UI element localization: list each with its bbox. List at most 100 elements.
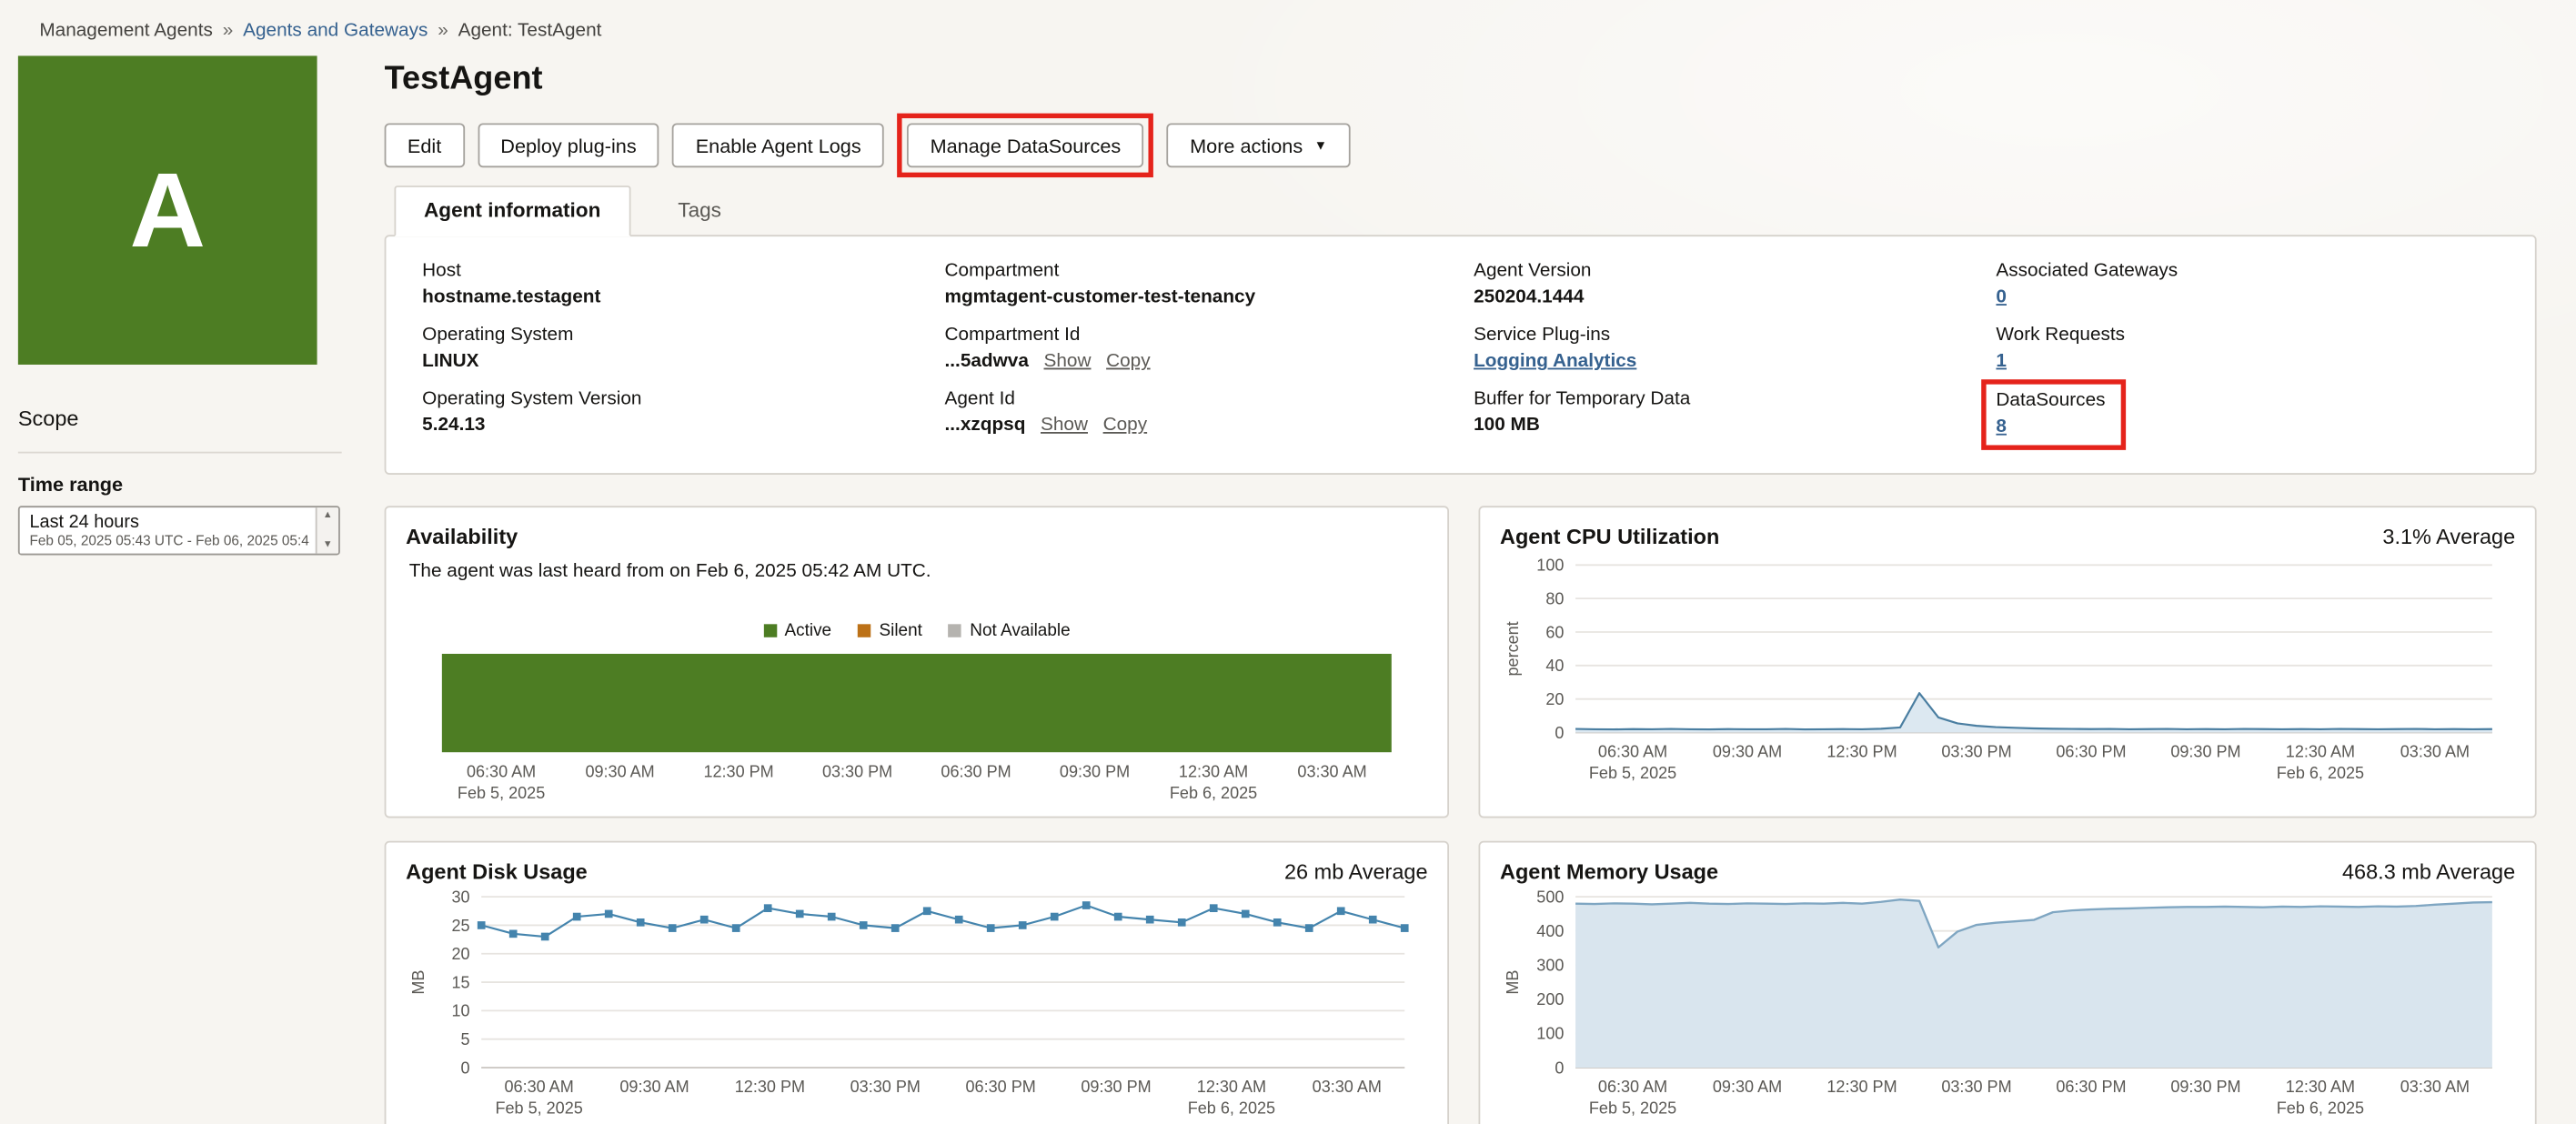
legend-silent-swatch bbox=[857, 624, 871, 637]
svg-text:500: 500 bbox=[1536, 888, 1564, 906]
svg-text:12:30 AM: 12:30 AM bbox=[1197, 1078, 1266, 1096]
svg-text:06:30 AM: 06:30 AM bbox=[1598, 1078, 1667, 1096]
tab-tags[interactable]: Tags bbox=[650, 187, 750, 235]
svg-text:Feb 5, 2025: Feb 5, 2025 bbox=[458, 784, 545, 802]
svg-text:12:30 PM: 12:30 PM bbox=[1826, 743, 1897, 761]
breadcrumb-item-management-agents[interactable]: Management Agents bbox=[39, 21, 213, 41]
svg-text:09:30 AM: 09:30 AM bbox=[585, 762, 654, 780]
main-content: TestAgent Edit Deploy plug-ins Enable Ag… bbox=[384, 55, 2537, 1124]
svg-text:Feb 5, 2025: Feb 5, 2025 bbox=[1589, 1099, 1676, 1118]
legend-active-swatch bbox=[762, 624, 777, 637]
svg-text:03:30 PM: 03:30 PM bbox=[822, 762, 892, 780]
field-label: Work Requests bbox=[1996, 325, 2126, 346]
enable-agent-logs-button[interactable]: Enable Agent Logs bbox=[672, 123, 885, 168]
deploy-plugins-button[interactable]: Deploy plug-ins bbox=[478, 123, 659, 168]
field-datasources: DataSources 8 bbox=[1981, 379, 2499, 450]
field-compartment-id: Compartment Id ...5adwva Show Copy bbox=[945, 326, 1474, 372]
svg-text:09:30 PM: 09:30 PM bbox=[1060, 762, 1130, 780]
svg-text:0: 0 bbox=[1555, 1059, 1564, 1077]
svg-text:09:30 AM: 09:30 AM bbox=[619, 1078, 689, 1096]
cpu-chart: 0 20 40 60 80 100 06:30 AM 09:30 AM 12:30 PM 03:3… bbox=[1500, 552, 2515, 795]
field-value: 100 MB bbox=[1474, 415, 1540, 436]
memory-average: 468.3 mb Average bbox=[2341, 858, 2516, 884]
more-actions-button[interactable]: More actions ▼ bbox=[1166, 123, 1351, 168]
legend-item-active: Active bbox=[762, 621, 831, 640]
disk-card: Agent Disk Usage 26 mb Average 0 5 10 15 20 2… bbox=[384, 840, 1449, 1124]
field-value: hostname.testagent bbox=[422, 287, 601, 307]
breadcrumb: Management Agents » Agents and Gateways … bbox=[0, 0, 2576, 41]
svg-text:12:30 AM: 12:30 AM bbox=[1179, 762, 1248, 780]
svg-text:06:30 AM: 06:30 AM bbox=[467, 762, 536, 780]
copy-link[interactable]: Copy bbox=[1106, 352, 1151, 372]
field-label: DataSources bbox=[1996, 390, 2106, 411]
svg-text:12:30 AM: 12:30 AM bbox=[2286, 1078, 2355, 1096]
svg-text:MB: MB bbox=[409, 970, 428, 995]
logging-analytics-link[interactable]: Logging Analytics bbox=[1474, 352, 1636, 372]
field-label: Service Plug-ins bbox=[1474, 325, 1611, 346]
svg-text:300: 300 bbox=[1536, 957, 1564, 975]
svg-text:06:30 PM: 06:30 PM bbox=[2056, 1078, 2126, 1096]
highlight-box-manage-datasources: Manage DataSources bbox=[897, 113, 1154, 178]
copy-link[interactable]: Copy bbox=[1103, 416, 1148, 436]
spinner-down-icon[interactable]: ▼ bbox=[323, 540, 333, 550]
sidebar-divider bbox=[17, 451, 342, 454]
more-actions-label: More actions bbox=[1190, 134, 1303, 157]
svg-text:03:30 AM: 03:30 AM bbox=[2400, 1078, 2470, 1096]
svg-text:03:30 AM: 03:30 AM bbox=[1297, 762, 1366, 780]
field-value: mgmtagent-customer-test-tenancy bbox=[944, 287, 1256, 307]
svg-text:09:30 AM: 09:30 AM bbox=[1713, 1078, 1782, 1096]
svg-text:09:30 PM: 09:30 PM bbox=[1081, 1078, 1151, 1096]
agent-information-panel: Host hostname.testagent Operating System… bbox=[384, 235, 2537, 475]
charts-grid: Availability The agent was last heard fr… bbox=[384, 506, 2537, 1124]
legend-not-available-label: Not Available bbox=[970, 620, 1071, 641]
svg-text:12:30 PM: 12:30 PM bbox=[703, 762, 773, 780]
spinner-up-icon[interactable]: ▲ bbox=[323, 511, 333, 521]
datasources-link[interactable]: 8 bbox=[1996, 417, 2007, 437]
tab-agent-information[interactable]: Agent information bbox=[394, 186, 630, 237]
page: Management Agents » Agents and Gateways … bbox=[0, 0, 2576, 1124]
work-requests-link[interactable]: 1 bbox=[1996, 352, 2007, 372]
availability-message: The agent was last heard from on Feb 6, … bbox=[408, 561, 931, 582]
legend-not-available-swatch bbox=[948, 624, 962, 637]
edit-button[interactable]: Edit bbox=[384, 123, 465, 168]
field-label: Agent Id bbox=[944, 389, 1015, 409]
svg-text:0: 0 bbox=[461, 1059, 470, 1077]
disk-average: 26 mb Average bbox=[1283, 858, 1428, 884]
field-label: Operating System Version bbox=[422, 389, 642, 409]
breadcrumb-item-agents-and-gateways[interactable]: Agents and Gateways bbox=[243, 21, 428, 41]
sidebar: A Scope Time range Last 24 hours Feb 05,… bbox=[17, 55, 342, 556]
field-label: Compartment bbox=[944, 261, 1060, 281]
field-buffer-temporary-data: Buffer for Temporary Data 100 MB bbox=[1474, 389, 1996, 450]
memory-card: Agent Memory Usage 468.3 mb Average 0 100… bbox=[1478, 840, 2537, 1124]
svg-text:12:30 AM: 12:30 AM bbox=[2286, 743, 2355, 761]
field-service-plugins: Service Plug-ins Logging Analytics bbox=[1474, 326, 1996, 372]
availability-card: Availability The agent was last heard fr… bbox=[384, 506, 1449, 818]
svg-text:Feb 6, 2025: Feb 6, 2025 bbox=[2277, 764, 2364, 782]
svg-text:10: 10 bbox=[451, 1002, 469, 1020]
svg-text:Feb 6, 2025: Feb 6, 2025 bbox=[2277, 1099, 2364, 1118]
action-buttons: Edit Deploy plug-ins Enable Agent Logs M… bbox=[384, 113, 2537, 178]
show-link[interactable]: Show bbox=[1041, 416, 1088, 436]
legend-item-not-available: Not Available bbox=[948, 620, 1071, 641]
time-range-spinner: ▲ ▼ bbox=[315, 507, 339, 554]
field-value: ...xzqpsq bbox=[944, 415, 1026, 436]
associated-gateways-link[interactable]: 0 bbox=[1996, 287, 2007, 307]
time-range-value: Last 24 hours bbox=[29, 512, 139, 533]
svg-text:12:30 PM: 12:30 PM bbox=[735, 1078, 805, 1096]
field-work-requests: Work Requests 1 bbox=[1996, 326, 2499, 372]
svg-text:06:30 PM: 06:30 PM bbox=[2056, 743, 2126, 761]
field-value: 5.24.13 bbox=[422, 415, 486, 436]
scope-label: Scope bbox=[17, 406, 79, 431]
availability-chart: 06:30 AM 09:30 AM 12:30 PM 03:30 PM 06:30 PM… bbox=[406, 653, 1427, 810]
svg-text:30: 30 bbox=[451, 888, 469, 906]
field-associated-gateways: Associated Gateways 0 bbox=[1996, 261, 2499, 307]
field-label: Buffer for Temporary Data bbox=[1474, 389, 1691, 409]
svg-text:Feb 6, 2025: Feb 6, 2025 bbox=[1170, 784, 1257, 802]
show-link[interactable]: Show bbox=[1044, 352, 1092, 372]
time-range-select[interactable]: Last 24 hours Feb 05, 2025 05:43 UTC - F… bbox=[17, 506, 340, 556]
disk-chart: 0 5 10 15 20 25 30 06:30 AM 09:30 AM 12:30 PM 03:3… bbox=[406, 887, 1427, 1124]
manage-datasources-button[interactable]: Manage DataSources bbox=[907, 123, 1144, 168]
field-label: Compartment Id bbox=[944, 325, 1081, 346]
legend-item-silent: Silent bbox=[857, 621, 922, 640]
cpu-title: Agent CPU Utilization bbox=[1499, 524, 1720, 549]
